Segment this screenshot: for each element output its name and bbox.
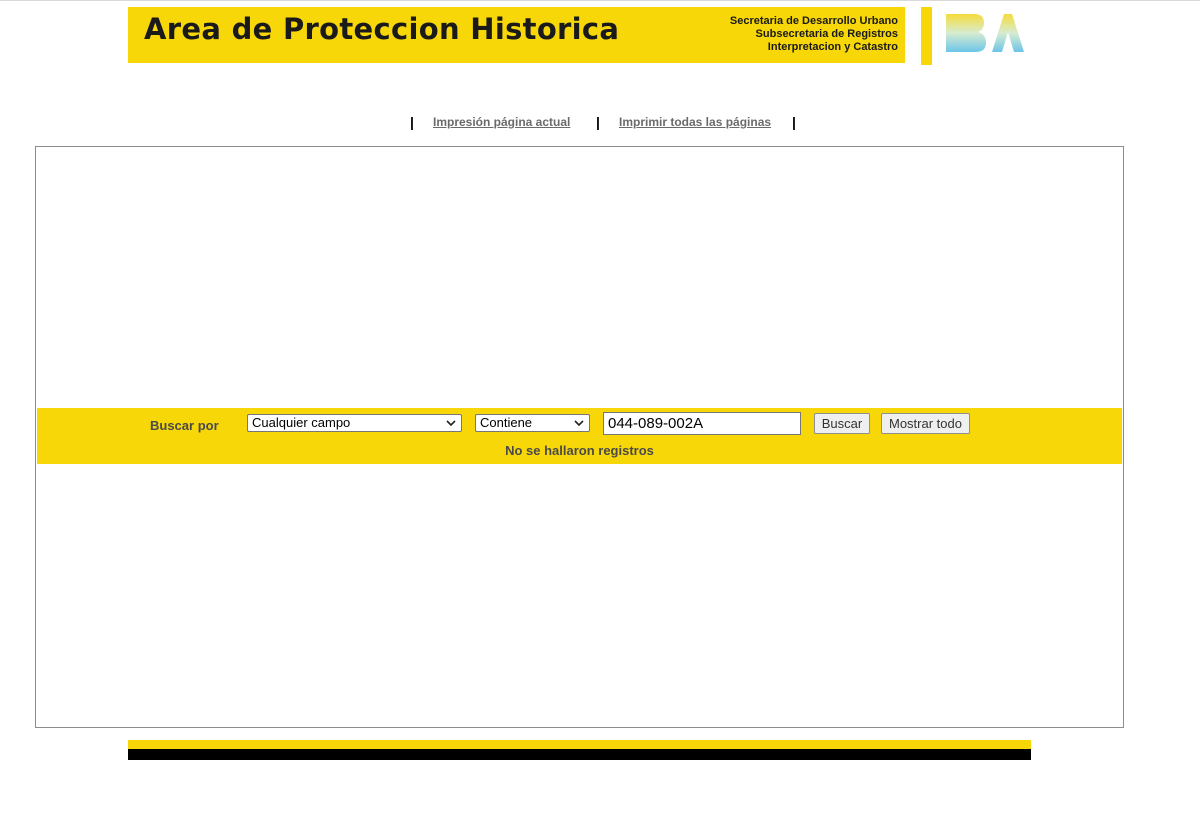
search-by-label: Buscar por (150, 418, 219, 433)
chevron-down-icon (574, 420, 584, 427)
footer-yellow-bar (128, 740, 1031, 749)
link-separator: | (596, 114, 600, 130)
link-separator: | (792, 114, 796, 130)
header-banner: Area de Proteccion Historica Secretaria … (128, 7, 905, 63)
header-divider (921, 7, 932, 65)
page-title: Area de Proteccion Historica (144, 12, 620, 46)
field-select[interactable]: Cualquier campo (247, 414, 462, 432)
department-info: Secretaria de Desarrollo Urbano Subsecre… (730, 15, 898, 54)
ba-logo: BA (944, 12, 1024, 54)
show-all-button[interactable]: Mostrar todo (881, 413, 970, 434)
department-line-1: Secretaria de Desarrollo Urbano (729, 15, 898, 27)
field-select-value: Cualquier campo (252, 415, 351, 430)
footer-black-bar (128, 749, 1031, 760)
search-bar: Buscar por Cualquier campo Contiene 044-… (37, 408, 1122, 464)
print-all-pages-link[interactable]: Imprimir todas las páginas (619, 115, 771, 129)
link-separator: | (410, 114, 414, 130)
no-results-message: No se hallaron registros (505, 443, 654, 458)
search-input[interactable]: 044-089-002A (603, 412, 801, 435)
top-border (0, 0, 1200, 1)
chevron-down-icon (446, 420, 456, 427)
search-button[interactable]: Buscar (814, 413, 870, 434)
department-line-2: Subsecretaria de Registros (755, 28, 898, 40)
print-current-page-link[interactable]: Impresión página actual (433, 115, 570, 129)
operator-select-value: Contiene (480, 415, 533, 430)
print-links-bar: | Impresión página actual | Imprimir tod… (0, 114, 1200, 132)
operator-select[interactable]: Contiene (475, 414, 590, 432)
department-line-3: Interpretacion y Catastro (767, 41, 898, 53)
